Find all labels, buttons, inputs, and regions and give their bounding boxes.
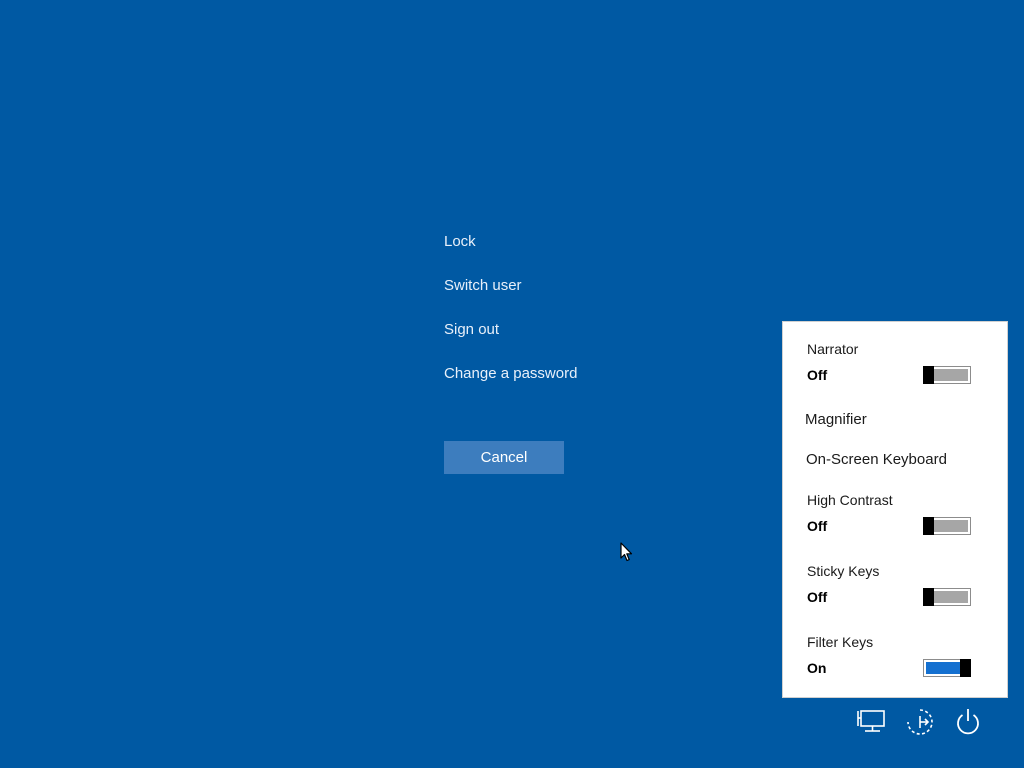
filter-keys-toggle[interactable] [923, 659, 971, 677]
lock-option[interactable]: Lock [444, 232, 664, 252]
cancel-button[interactable]: Cancel [444, 441, 564, 474]
sticky-keys-setting: Sticky Keys Off [783, 562, 1007, 608]
high-contrast-setting: High Contrast Off [783, 491, 1007, 537]
sticky-keys-label: Sticky Keys [807, 563, 880, 579]
toggle-thumb [923, 517, 934, 535]
network-icon[interactable] [856, 706, 888, 738]
magnifier-setting[interactable]: Magnifier [783, 411, 1007, 431]
narrator-label: Narrator [807, 341, 859, 357]
narrator-state: Off [807, 367, 828, 383]
high-contrast-label: High Contrast [807, 492, 893, 508]
high-contrast-state: Off [807, 518, 828, 534]
sticky-keys-toggle[interactable] [923, 588, 971, 606]
ease-of-access-panel: Narrator Off Magnifier On-Screen Keyboar… [783, 322, 1007, 697]
filter-keys-label: Filter Keys [807, 634, 874, 650]
narrator-toggle[interactable] [923, 366, 971, 384]
switch-user-option[interactable]: Switch user [444, 276, 664, 296]
toggle-thumb [923, 588, 934, 606]
mouse-pointer-icon [620, 542, 633, 562]
filter-keys-state: On [807, 660, 827, 676]
sticky-keys-state: Off [807, 589, 828, 605]
toggle-thumb [960, 659, 971, 677]
ease-of-access-icon[interactable] [904, 706, 936, 738]
toggle-thumb [923, 366, 934, 384]
on-screen-keyboard-label: On-Screen Keyboard [806, 451, 947, 468]
on-screen-keyboard-setting[interactable]: On-Screen Keyboard [783, 451, 1007, 471]
change-password-option[interactable]: Change a password [444, 364, 664, 384]
power-icon[interactable] [952, 706, 984, 738]
magnifier-label: Magnifier [805, 411, 867, 428]
sign-out-option[interactable]: Sign out [444, 320, 664, 340]
high-contrast-toggle[interactable] [923, 517, 971, 535]
security-options-menu: Lock Switch user Sign out Change a passw… [444, 232, 664, 408]
filter-keys-setting: Filter Keys On [783, 633, 1007, 679]
narrator-setting: Narrator Off [783, 340, 1007, 386]
